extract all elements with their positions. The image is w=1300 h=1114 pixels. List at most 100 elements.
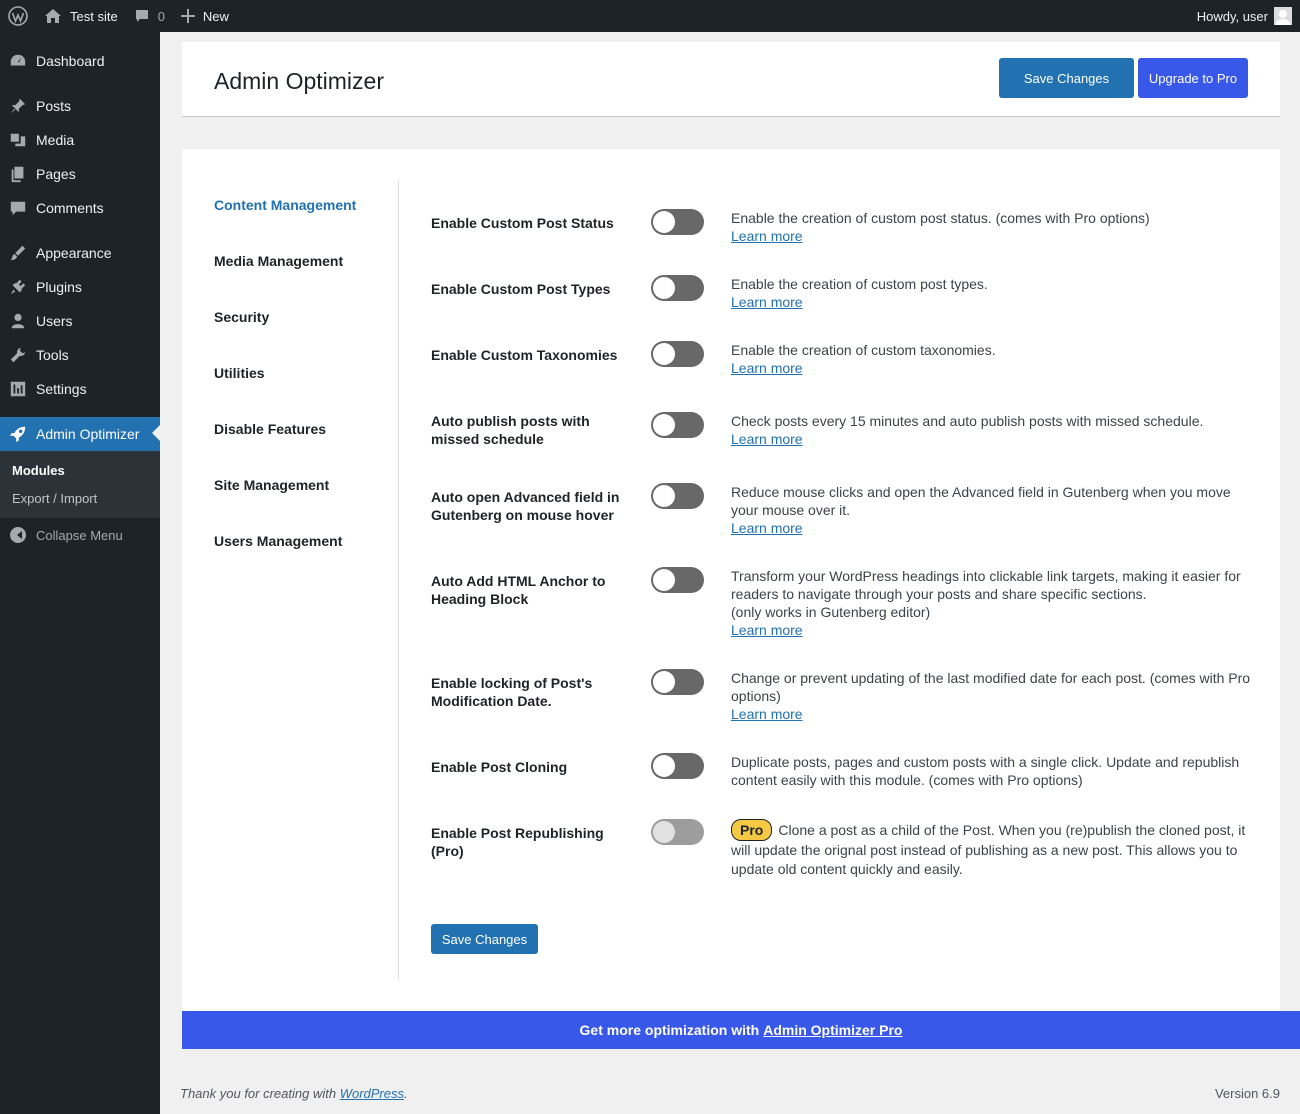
- submenu-item-export-import[interactable]: Export / Import: [12, 491, 97, 506]
- menu-label: Comments: [36, 200, 104, 216]
- menu-item-comments[interactable]: Comments: [0, 191, 160, 225]
- admin-optimizer-pro-link[interactable]: Admin Optimizer Pro: [763, 1022, 902, 1038]
- setting-label: Enable Custom Post Status: [431, 215, 614, 231]
- tab-content-management[interactable]: Content Management: [214, 197, 356, 213]
- setting-description: Transform your WordPress headings into c…: [731, 568, 1241, 639]
- menu-item-admin-optimizer[interactable]: Admin Optimizer: [0, 417, 160, 451]
- rocket-icon: [0, 425, 36, 443]
- upgrade-to-pro-button[interactable]: Upgrade to Pro: [1138, 58, 1248, 98]
- promo-banner: Get more optimization with Admin Optimiz…: [182, 1011, 1300, 1049]
- plug-icon: [0, 278, 36, 296]
- toggle-custom-post-status[interactable]: [651, 209, 704, 235]
- avatar: [1274, 7, 1292, 25]
- learn-more-link[interactable]: Learn more: [731, 293, 803, 311]
- learn-more-link[interactable]: Learn more: [731, 430, 803, 448]
- menu-item-users[interactable]: Users: [0, 304, 160, 338]
- setting-label: Enable Post Republishing (Pro): [431, 825, 604, 859]
- menu-label: Plugins: [36, 279, 82, 295]
- tab-utilities[interactable]: Utilities: [214, 365, 265, 381]
- pin-icon: [0, 97, 36, 115]
- tab-site-management[interactable]: Site Management: [214, 477, 329, 493]
- collapse-arrow-icon: [0, 527, 36, 543]
- new-content-link[interactable]: New: [173, 0, 237, 32]
- learn-more-link[interactable]: Learn more: [731, 519, 803, 537]
- wordpress-link[interactable]: WordPress: [340, 1086, 404, 1101]
- wrench-icon: [0, 346, 36, 364]
- save-changes-button[interactable]: Save Changes: [999, 58, 1134, 98]
- setting-description: Duplicate posts, pages and custom posts …: [731, 754, 1240, 788]
- menu-label: Appearance: [36, 245, 112, 261]
- menu-item-plugins[interactable]: Plugins: [0, 270, 160, 304]
- toggle-post-cloning[interactable]: [651, 753, 704, 779]
- menu-item-pages[interactable]: Pages: [0, 157, 160, 191]
- setting-description: Enable the creation of custom post statu…: [731, 210, 1150, 245]
- learn-more-link[interactable]: Learn more: [731, 359, 803, 377]
- setting-description: Enable the creation of custom taxonomies…: [731, 342, 996, 377]
- collapse-menu-button[interactable]: Collapse Menu: [0, 522, 160, 548]
- learn-more-link[interactable]: Learn more: [731, 227, 803, 245]
- site-name-link[interactable]: Test site: [36, 0, 126, 32]
- setting-description: Reduce mouse clicks and open the Advance…: [731, 484, 1231, 537]
- page-header: Admin Optimizer Save Changes Upgrade to …: [182, 42, 1280, 117]
- admin-menu: Dashboard Posts Media Pages Comments App…: [0, 32, 160, 1114]
- setting-label: Enable Post Cloning: [431, 759, 568, 775]
- toggle-custom-post-types[interactable]: [651, 275, 704, 301]
- setting-label: Enable Custom Taxonomies: [431, 347, 618, 363]
- menu-item-dashboard[interactable]: Dashboard: [0, 44, 160, 78]
- setting-label: Auto Add HTML Anchor to Heading Block: [431, 573, 606, 607]
- comments-link[interactable]: 0: [126, 0, 173, 32]
- menu-item-appearance[interactable]: Appearance: [0, 236, 160, 270]
- comments-count: 0: [157, 8, 165, 24]
- wordpress-logo-icon[interactable]: [0, 0, 36, 32]
- media-icon: [0, 131, 36, 149]
- toggle-html-anchor[interactable]: [651, 567, 704, 593]
- setting-label: Auto open Advanced field in Gutenberg on…: [431, 489, 620, 523]
- site-name-label: Test site: [70, 8, 118, 24]
- save-changes-bottom-button[interactable]: Save Changes: [431, 924, 538, 954]
- menu-item-posts[interactable]: Posts: [0, 89, 160, 123]
- menu-item-tools[interactable]: Tools: [0, 338, 160, 372]
- setting-description: Enable the creation of custom post types…: [731, 276, 988, 311]
- page-title: Admin Optimizer: [214, 68, 384, 94]
- menu-label: Admin Optimizer: [36, 426, 140, 442]
- setting-description: Check posts every 15 minutes and auto pu…: [731, 413, 1204, 448]
- tab-users-management[interactable]: Users Management: [214, 533, 342, 549]
- menu-label: Tools: [36, 347, 69, 363]
- toggle-lock-modification-date[interactable]: [651, 669, 704, 695]
- tab-security[interactable]: Security: [214, 309, 269, 325]
- toggle-custom-taxonomies[interactable]: [651, 341, 704, 367]
- setting-description: Pro Clone a post as a child of the Post. …: [731, 819, 1256, 879]
- home-icon: [44, 8, 62, 24]
- menu-label: Settings: [36, 381, 87, 397]
- footer-thanks: Thank you for creating with WordPress.: [180, 1086, 408, 1101]
- tabs-divider: [398, 181, 399, 979]
- pages-icon: [0, 165, 36, 183]
- toggle-post-republishing[interactable]: [651, 819, 704, 845]
- learn-more-link[interactable]: Learn more: [731, 621, 803, 639]
- footer-version: Version 6.9: [1214, 1086, 1280, 1101]
- menu-label: Media: [36, 132, 75, 148]
- menu-label: Users: [36, 313, 73, 329]
- comment-icon: [134, 8, 150, 24]
- howdy-label: Howdy, user: [1196, 8, 1268, 24]
- admin-optimizer-submenu: Modules Export / Import: [0, 451, 160, 518]
- menu-item-media[interactable]: Media: [0, 123, 160, 157]
- menu-label: Pages: [36, 166, 76, 182]
- submenu-item-modules[interactable]: Modules: [12, 463, 65, 478]
- toggle-auto-publish-missed[interactable]: [651, 412, 704, 438]
- dashboard-icon: [0, 52, 36, 70]
- setting-label: Enable locking of Post's Modification Da…: [431, 675, 593, 709]
- pro-badge: Pro: [731, 819, 773, 841]
- tab-media-management[interactable]: Media Management: [214, 253, 343, 269]
- sliders-icon: [0, 380, 36, 398]
- tab-disable-features[interactable]: Disable Features: [214, 421, 326, 437]
- toggle-auto-open-advanced[interactable]: [651, 483, 704, 509]
- setting-description: Change or prevent updating of the last m…: [731, 670, 1251, 723]
- learn-more-link[interactable]: Learn more: [731, 705, 803, 723]
- new-label: New: [202, 8, 229, 24]
- admin-bar: Test site 0 New Howdy, user: [0, 0, 1300, 32]
- my-account-link[interactable]: Howdy, user: [1197, 0, 1292, 32]
- menu-item-settings[interactable]: Settings: [0, 372, 160, 406]
- comment-icon: [0, 199, 36, 217]
- user-icon: [0, 312, 36, 330]
